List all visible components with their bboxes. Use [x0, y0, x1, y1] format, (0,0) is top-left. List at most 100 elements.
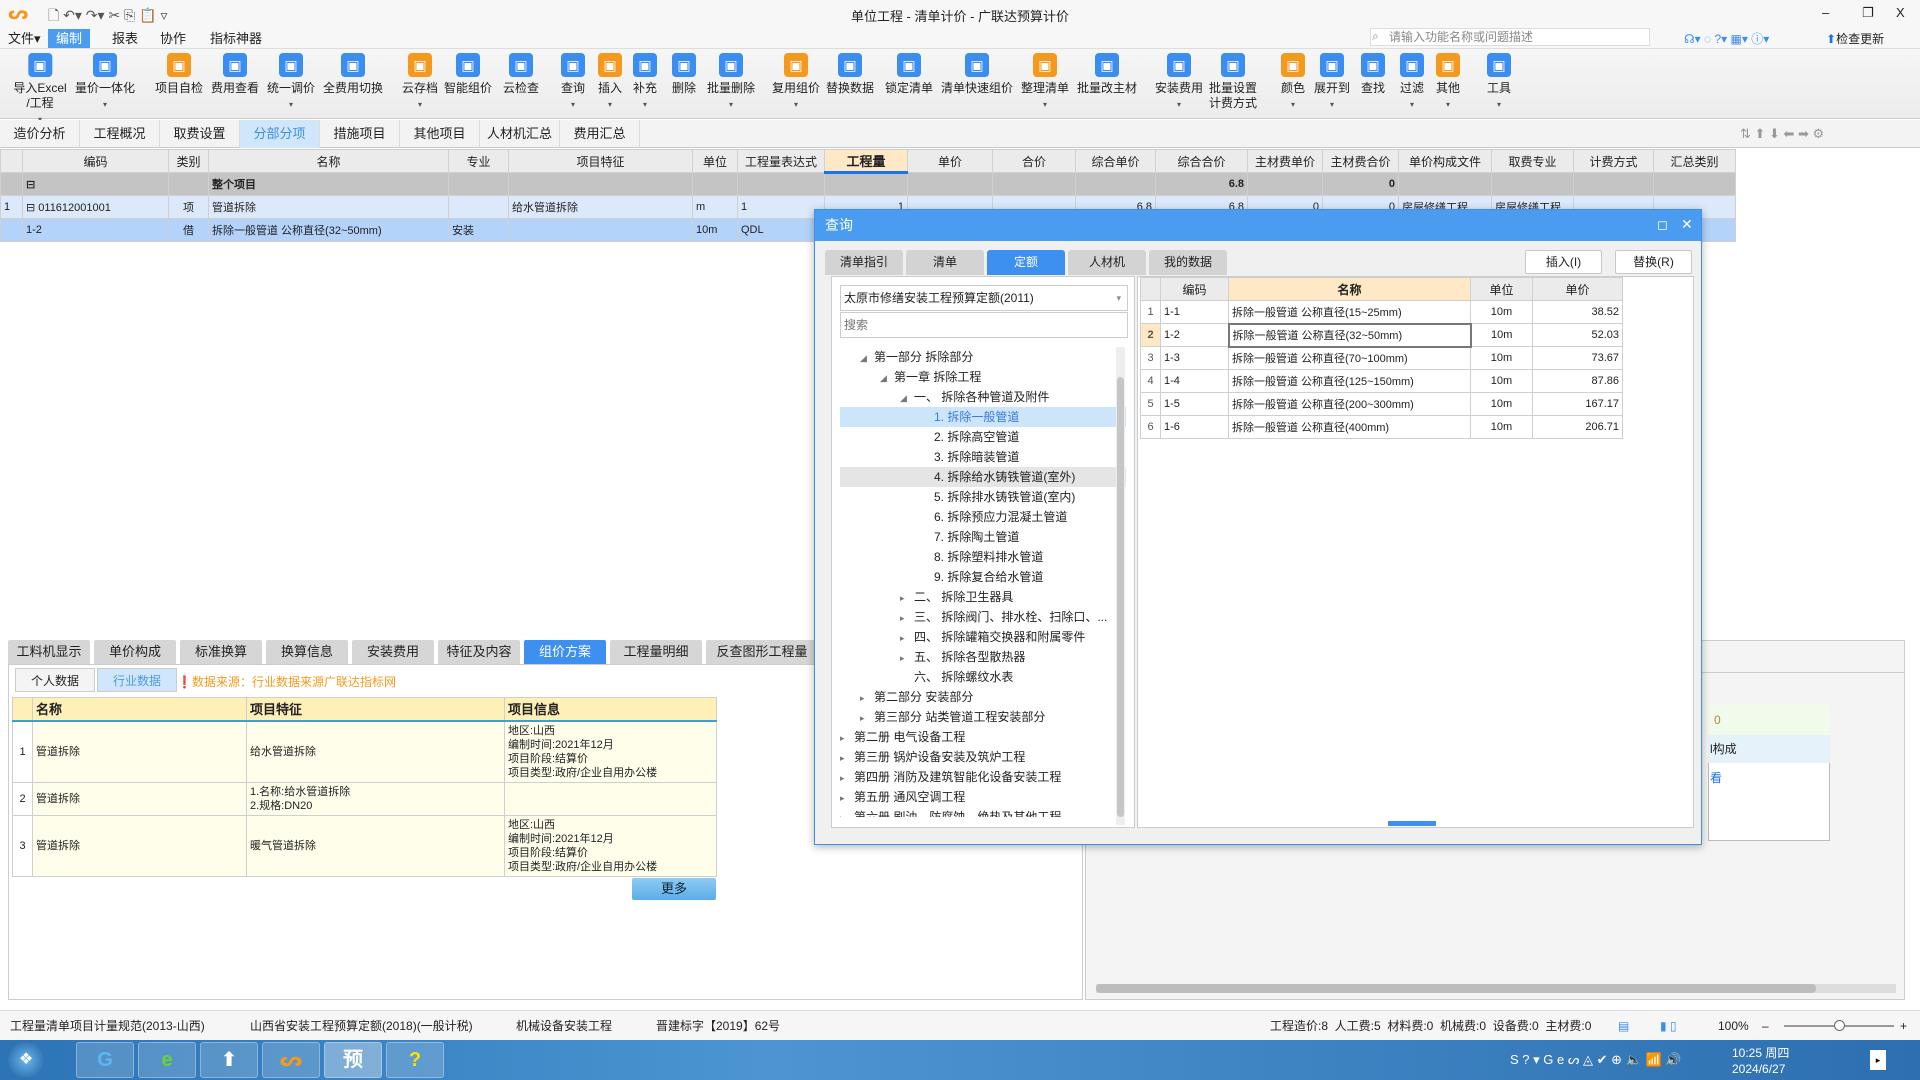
column-header[interactable]: 合价 — [992, 149, 1076, 173]
ribbon-adjust-price-button[interactable]: ▣ 统一调价 ▾ — [267, 53, 315, 112]
quota-library-select[interactable]: 太原市修缮安装工程预算定额(2011) ▾ — [840, 285, 1128, 311]
ribbon-find-button[interactable]: ▣ 查找 — [1360, 53, 1385, 96]
tree-node[interactable]: ▸ 第四册 消防及建筑智能化设备安装工程 — [840, 767, 1126, 787]
grid-row[interactable]: 6 1-6 拆除一般管道 公称直径(400mm) 10m 206.71 — [1140, 415, 1623, 439]
ribbon-cloud-check-button[interactable]: ▣ 云检查 — [503, 53, 539, 96]
tree-node[interactable]: ◢ 第一部分 拆除部分 — [840, 347, 1126, 367]
grid-cell[interactable]: 1-5 — [1160, 392, 1229, 416]
column-header[interactable]: 单价 — [1532, 277, 1623, 301]
column-header[interactable]: 类别 — [168, 149, 209, 173]
table-cell[interactable] — [1247, 172, 1323, 196]
grid-cell[interactable]: 10m — [1470, 346, 1533, 370]
expand-arrow-icon[interactable]: ▸ — [900, 648, 914, 668]
tree-node[interactable]: ▸ 第五册 通风空调工程 — [840, 787, 1126, 807]
column-header[interactable]: 工程量表达式 — [737, 149, 825, 173]
table-cell[interactable]: 6.8 — [1155, 172, 1248, 196]
table-cell[interactable]: 借 — [168, 218, 209, 242]
table-cell[interactable]: 给水管道拆除 — [508, 195, 693, 219]
menu-2[interactable]: 报表 — [104, 29, 146, 48]
grid-cell[interactable]: 10m — [1470, 300, 1533, 324]
minimize-button[interactable]: – — [1822, 5, 1829, 20]
menu-0[interactable]: 文件▾ — [0, 29, 49, 48]
fragment-link[interactable]: 看 — [1708, 765, 1830, 791]
table-cell[interactable] — [907, 172, 993, 196]
tree-node[interactable]: 2. 拆除高空管道 — [840, 427, 1126, 447]
grid-cell[interactable]: 3 — [1140, 346, 1161, 370]
ribbon-organize-list-button[interactable]: ▣ 整理清单 ▾ — [1021, 53, 1069, 112]
tree-search-input[interactable] — [840, 312, 1128, 338]
plan-row[interactable]: 3 管道拆除 暖气管道拆除 地区:山西 编制时间:2021年12月 项目阶段:结算价 … — [12, 815, 717, 877]
column-header[interactable]: 专业 — [448, 149, 509, 173]
tree-node[interactable]: ◢ 一、 拆除各种管道及附件 — [840, 387, 1126, 407]
column-header[interactable] — [0, 149, 23, 173]
column-header[interactable]: 单价构成文件 — [1398, 149, 1492, 173]
collapse-arrow-icon[interactable]: ◢ — [900, 388, 914, 408]
plan-cell[interactable]: 3 — [12, 815, 33, 877]
restore-button[interactable]: ❐ — [1862, 5, 1874, 21]
tree-node[interactable]: ▸ 第三册 锅炉设备安装及筑炉工程 — [840, 747, 1126, 767]
view-mode-icon[interactable]: ▮ ▯ — [1660, 1011, 1677, 1041]
ribbon-cloud-upload-button[interactable]: ▣ 云存档 ▾ — [402, 53, 438, 112]
system-tray-icons[interactable]: S ? ▾ G e ᔕ ◬ ✔ ⊕ 🔈 📶 🔊 — [1510, 1052, 1681, 1068]
check-update-button[interactable]: ⬆检查更新 — [1826, 30, 1884, 47]
dialog-tab-1[interactable]: 清单 — [906, 250, 984, 275]
ribbon-color-button[interactable]: ▣ 颜色 ▾ — [1280, 53, 1305, 112]
detail-tab-5[interactable]: 特征及内容 — [438, 640, 520, 664]
plan-cell[interactable]: 1 — [12, 720, 33, 783]
tree-node[interactable]: 3. 拆除暗装管道 — [840, 447, 1126, 467]
table-cell[interactable] — [1398, 172, 1492, 196]
expand-arrow-icon[interactable]: ▸ — [900, 628, 914, 648]
grid-cell[interactable]: 73.67 — [1532, 346, 1623, 370]
ribbon-trash-button[interactable]: ▣ 删除 — [671, 53, 696, 96]
column-header[interactable]: 名称 — [208, 149, 449, 173]
table-cell[interactable]: 拆除一般管道 公称直径(32~50mm) — [208, 218, 449, 242]
table-cell[interactable]: 1-2 — [22, 218, 169, 242]
column-header[interactable]: 综合合价 — [1155, 149, 1248, 173]
ribbon-expand-to-button[interactable]: ▣ 展开到 ▾ — [1314, 53, 1350, 112]
column-header[interactable]: 综合单价 — [1075, 149, 1156, 173]
detail-tab-1[interactable]: 单价构成 — [94, 640, 176, 664]
ribbon-reuse-pricing-button[interactable]: ▣ 复用组价 ▾ — [772, 53, 820, 112]
tree-node[interactable]: 9. 拆除复合给水管道 — [840, 567, 1126, 587]
ribbon-replace-data-button[interactable]: ▣ 替换数据 — [826, 53, 874, 96]
column-header[interactable]: 主材费合价 — [1322, 149, 1399, 173]
plan-cell[interactable] — [504, 782, 717, 816]
tab-2[interactable]: 取费设置 — [160, 120, 240, 148]
table-cell[interactable]: 安装 — [448, 218, 509, 242]
ribbon-import-excel-button[interactable]: ▣导入Excel /工程▾ — [13, 53, 67, 127]
expand-arrow-icon[interactable]: ▸ — [860, 688, 874, 708]
table-cell[interactable]: ⊟ 011612001001 — [22, 195, 169, 219]
column-header[interactable]: 汇总类别 — [1653, 149, 1736, 173]
ribbon-price-integration-button[interactable]: ▣ 量价一体化 ▾ — [75, 53, 135, 112]
grid-cell[interactable]: 1-4 — [1160, 369, 1229, 393]
tree-node[interactable]: 7. 拆除陶土管道 — [840, 527, 1126, 547]
move-arrows[interactable]: ⇅ ⬆ ⬇ ⬅ ➡ ⚙ — [1740, 126, 1824, 142]
grid-cell[interactable]: 10m — [1470, 415, 1533, 439]
table-cell[interactable] — [992, 172, 1076, 196]
grid-cell[interactable]: 87.86 — [1532, 369, 1623, 393]
splitter-handle[interactable] — [1388, 821, 1436, 826]
grid-row[interactable]: 3 1-3 拆除一般管道 公称直径(70~100mm) 10m 73.67 — [1140, 346, 1623, 370]
ribbon-cost-view-button[interactable]: ▣ 费用查看 — [211, 53, 259, 96]
table-cell[interactable] — [1573, 172, 1654, 196]
detail-tab-2[interactable]: 标准换算 — [180, 640, 262, 664]
table-cell[interactable]: 项 — [168, 195, 209, 219]
collapse-arrow-icon[interactable]: ◢ — [880, 368, 894, 388]
table-cell[interactable] — [1075, 172, 1156, 196]
tree-node[interactable]: ▸ 二、 拆除卫生器具 — [840, 587, 1126, 607]
tree-node[interactable]: ▸ 五、 拆除各型散热器 — [840, 647, 1126, 667]
expand-arrow-icon[interactable]: ▸ — [900, 608, 914, 628]
plan-cell[interactable]: 管道拆除 — [32, 782, 247, 816]
expand-arrow-icon[interactable]: ▸ — [900, 588, 914, 608]
table-cell[interactable]: m — [692, 195, 738, 219]
grid-cell[interactable]: 拆除一般管道 公称直径(15~25mm) — [1228, 300, 1471, 324]
ribbon-full-cost-switch-button[interactable]: ▣ 全费用切换 — [323, 53, 383, 96]
tab-7[interactable]: 费用汇总 — [560, 120, 640, 148]
layout-toggle-icon[interactable]: ▤ — [1618, 1011, 1629, 1041]
table-cell[interactable] — [508, 218, 693, 242]
table-cell[interactable]: 10m — [692, 218, 738, 242]
grid-cell[interactable]: 1 — [1140, 300, 1161, 324]
tab-0[interactable]: 造价分析 — [0, 120, 80, 148]
dialog-tab-3[interactable]: 人材机 — [1068, 250, 1146, 275]
detail-tab-8[interactable]: 反查图形工程量 — [706, 640, 818, 664]
